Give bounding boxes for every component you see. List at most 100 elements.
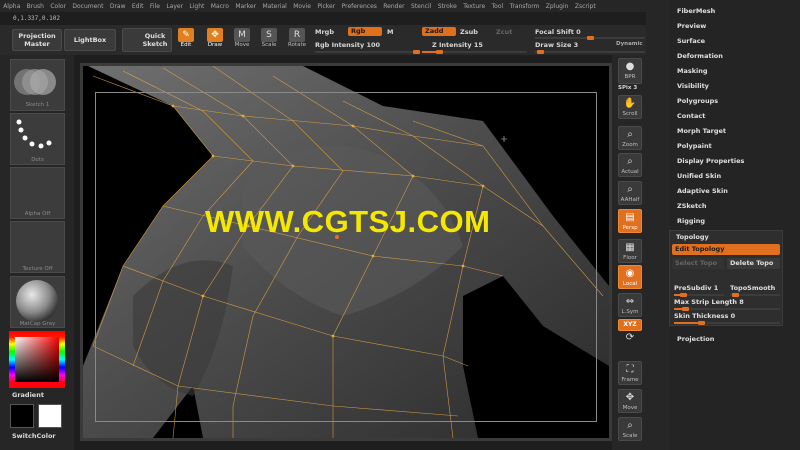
panel-item-zsketch[interactable]: ZSketch [677, 202, 707, 210]
menu-item-preferences[interactable]: Preferences [338, 3, 380, 10]
canvas-viewport[interactable]: WWW.CGTSJ.COM [80, 63, 612, 441]
perspective-icon: ▤ [625, 212, 635, 223]
aahalf-button[interactable]: ⌕ AAHalf [618, 181, 642, 205]
presubdiv-slider[interactable] [674, 293, 724, 297]
topology-subpalette: Topology Edit Topology Select Topo Delet… [669, 230, 783, 326]
scale-button[interactable]: S Scale [258, 28, 280, 52]
focal-shift-label: Focal Shift 0 [535, 28, 581, 36]
rotate-axis-icon[interactable]: ⟳ [618, 333, 642, 345]
panel-item-adaptive-skin[interactable]: Adaptive Skin [677, 187, 728, 195]
m-toggle[interactable]: M [387, 28, 393, 36]
color-picker[interactable] [15, 337, 59, 382]
menu-item-document[interactable]: Document [69, 3, 106, 10]
focal-shift-slider[interactable] [535, 36, 645, 40]
rgb-intensity-label: Rgb Intensity 100 [315, 41, 381, 49]
panel-item-preview[interactable]: Preview [677, 22, 706, 30]
secondary-color-swatch[interactable] [10, 404, 34, 428]
panel-item-deformation[interactable]: Deformation [677, 52, 723, 60]
persp-button[interactable]: ▤ Persp [618, 209, 642, 233]
panel-item-visibility[interactable]: Visibility [677, 82, 709, 90]
z-intensity-slider[interactable] [422, 50, 527, 54]
menu-item-movie[interactable]: Movie [290, 3, 314, 10]
panel-item-polygroups[interactable]: Polygroups [677, 97, 718, 105]
quick-sketch-button[interactable]: Quick Sketch [122, 28, 172, 52]
menu-item-material[interactable]: Material [259, 3, 290, 10]
panel-item-fibermesh[interactable]: FiberMesh [677, 7, 715, 15]
panel-item-unified-skin[interactable]: Unified Skin [677, 172, 721, 180]
panel-item-rigging[interactable]: Rigging [677, 217, 705, 225]
local-button[interactable]: ◉ Local [618, 265, 642, 289]
edit-button[interactable]: ✎ Edit [175, 28, 197, 52]
menu-item-draw[interactable]: Draw [107, 3, 129, 10]
menu-item-stencil[interactable]: Stencil [408, 3, 435, 10]
menu-item-brush[interactable]: Brush [23, 3, 47, 10]
menu-item-render[interactable]: Render [380, 3, 408, 10]
scroll-button[interactable]: ✋ Scroll [618, 95, 642, 119]
menu-item-zplugin[interactable]: Zplugin [543, 3, 572, 10]
frame-button[interactable]: ⛶ Frame [618, 361, 642, 385]
menu-item-alpha[interactable]: Alpha [0, 3, 23, 10]
lightbox-button[interactable]: LightBox [64, 29, 116, 51]
switch-color-button[interactable]: SwitchColor [12, 432, 56, 440]
menu-item-layer[interactable]: Layer [163, 3, 186, 10]
draw-size-slider[interactable] [535, 50, 645, 54]
scale-view-button[interactable]: ⌕ Scale [618, 417, 642, 441]
max-strip-length-label[interactable]: Max Strip Length 8 [674, 298, 744, 306]
rgb-intensity-slider[interactable] [315, 50, 420, 54]
bpr-button[interactable]: ● BPR [618, 58, 642, 84]
move-view-button[interactable]: ✥ Move [618, 389, 642, 413]
rgb-toggle[interactable]: Rgb [348, 27, 382, 36]
panel-item-contact[interactable]: Contact [677, 112, 705, 120]
menu-item-picker[interactable]: Picker [314, 3, 338, 10]
zoom-button[interactable]: ⌕ Zoom [618, 126, 642, 150]
xyz-button[interactable]: XYZ [618, 319, 642, 331]
presubdiv-label[interactable]: PreSubdiv 1 [674, 284, 718, 292]
skin-thickness-label[interactable]: Skin Thickness 0 [674, 312, 735, 320]
projection-master-button[interactable]: Projection Master [12, 29, 62, 51]
menu-item-macro[interactable]: Macro [208, 3, 233, 10]
panel-item-projection[interactable]: Projection [677, 335, 714, 343]
menu-item-zscript[interactable]: Zscript [572, 3, 599, 10]
edit-topology-button[interactable]: Edit Topology [672, 244, 780, 255]
frame-icon: ⛶ [626, 364, 634, 375]
panel-item-masking[interactable]: Masking [677, 67, 708, 75]
main-color-swatch[interactable] [38, 404, 62, 428]
menu-item-light[interactable]: Light [186, 3, 207, 10]
menu-item-edit[interactable]: Edit [129, 3, 147, 10]
panel-item-polypaint[interactable]: Polypaint [677, 142, 712, 150]
skin-thickness-slider[interactable] [674, 321, 780, 325]
menu-item-marker[interactable]: Marker [232, 3, 259, 10]
scale-icon: S [261, 28, 277, 42]
panel-item-display-properties[interactable]: Display Properties [677, 157, 744, 165]
lsym-button[interactable]: ⇔ L.Sym [618, 293, 642, 317]
menu-item-transform[interactable]: Transform [506, 3, 542, 10]
spix-label[interactable]: SPix 3 [618, 85, 637, 91]
menu-item-texture[interactable]: Texture [460, 3, 488, 10]
panel-item-morph-target[interactable]: Morph Target [677, 127, 726, 135]
panel-item-surface[interactable]: Surface [677, 37, 705, 45]
mrgb-toggle[interactable]: Mrgb [315, 28, 334, 36]
menu-item-file[interactable]: File [147, 3, 163, 10]
zsub-toggle[interactable]: Zsub [460, 28, 478, 36]
texture-label: Texture Off [22, 266, 53, 272]
floor-button[interactable]: ▦ Floor [618, 239, 642, 263]
delete-topo-button[interactable]: Delete Topo [727, 258, 780, 269]
menu-item-stroke[interactable]: Stroke [435, 3, 461, 10]
zadd-toggle[interactable]: Zadd [422, 27, 456, 36]
gradient-label[interactable]: Gradient [12, 391, 44, 399]
select-topo-button[interactable]: Select Topo [672, 258, 724, 269]
rotate-button[interactable]: R Rotate [286, 28, 308, 52]
toposmooth-slider[interactable] [730, 293, 780, 297]
frame-label: Frame [621, 377, 639, 383]
move-view-label: Move [622, 405, 638, 411]
dynamic-toggle[interactable]: Dynamic [616, 41, 643, 47]
move-button[interactable]: M Move [231, 28, 253, 52]
toposmooth-label[interactable]: TopoSmooth [730, 284, 775, 292]
topology-header[interactable]: Topology [676, 233, 709, 241]
menu-item-tool[interactable]: Tool [488, 3, 506, 10]
zcut-toggle[interactable]: Zcut [496, 28, 512, 36]
max-strip-length-slider[interactable] [674, 307, 780, 311]
draw-button[interactable]: ✥ Draw [204, 28, 226, 52]
actual-button[interactable]: ⌕ Actual [618, 153, 642, 177]
menu-item-color[interactable]: Color [47, 3, 69, 10]
